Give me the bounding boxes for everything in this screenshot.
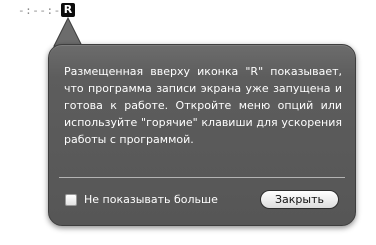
dont-show-again-option[interactable]: Не показывать больше	[65, 192, 218, 208]
popover-message: Размещенная вверху иконка "R" показывает…	[64, 65, 342, 146]
close-button[interactable]: Закрыть	[260, 190, 339, 209]
dont-show-again-checkbox[interactable]	[65, 194, 77, 206]
recorder-r-icon[interactable]: R	[61, 3, 75, 17]
dont-show-again-label[interactable]: Не показывать больше	[84, 192, 218, 208]
popover-dialog: Размещенная вверху иконка "R" показывает…	[48, 44, 356, 226]
divider	[59, 177, 345, 178]
